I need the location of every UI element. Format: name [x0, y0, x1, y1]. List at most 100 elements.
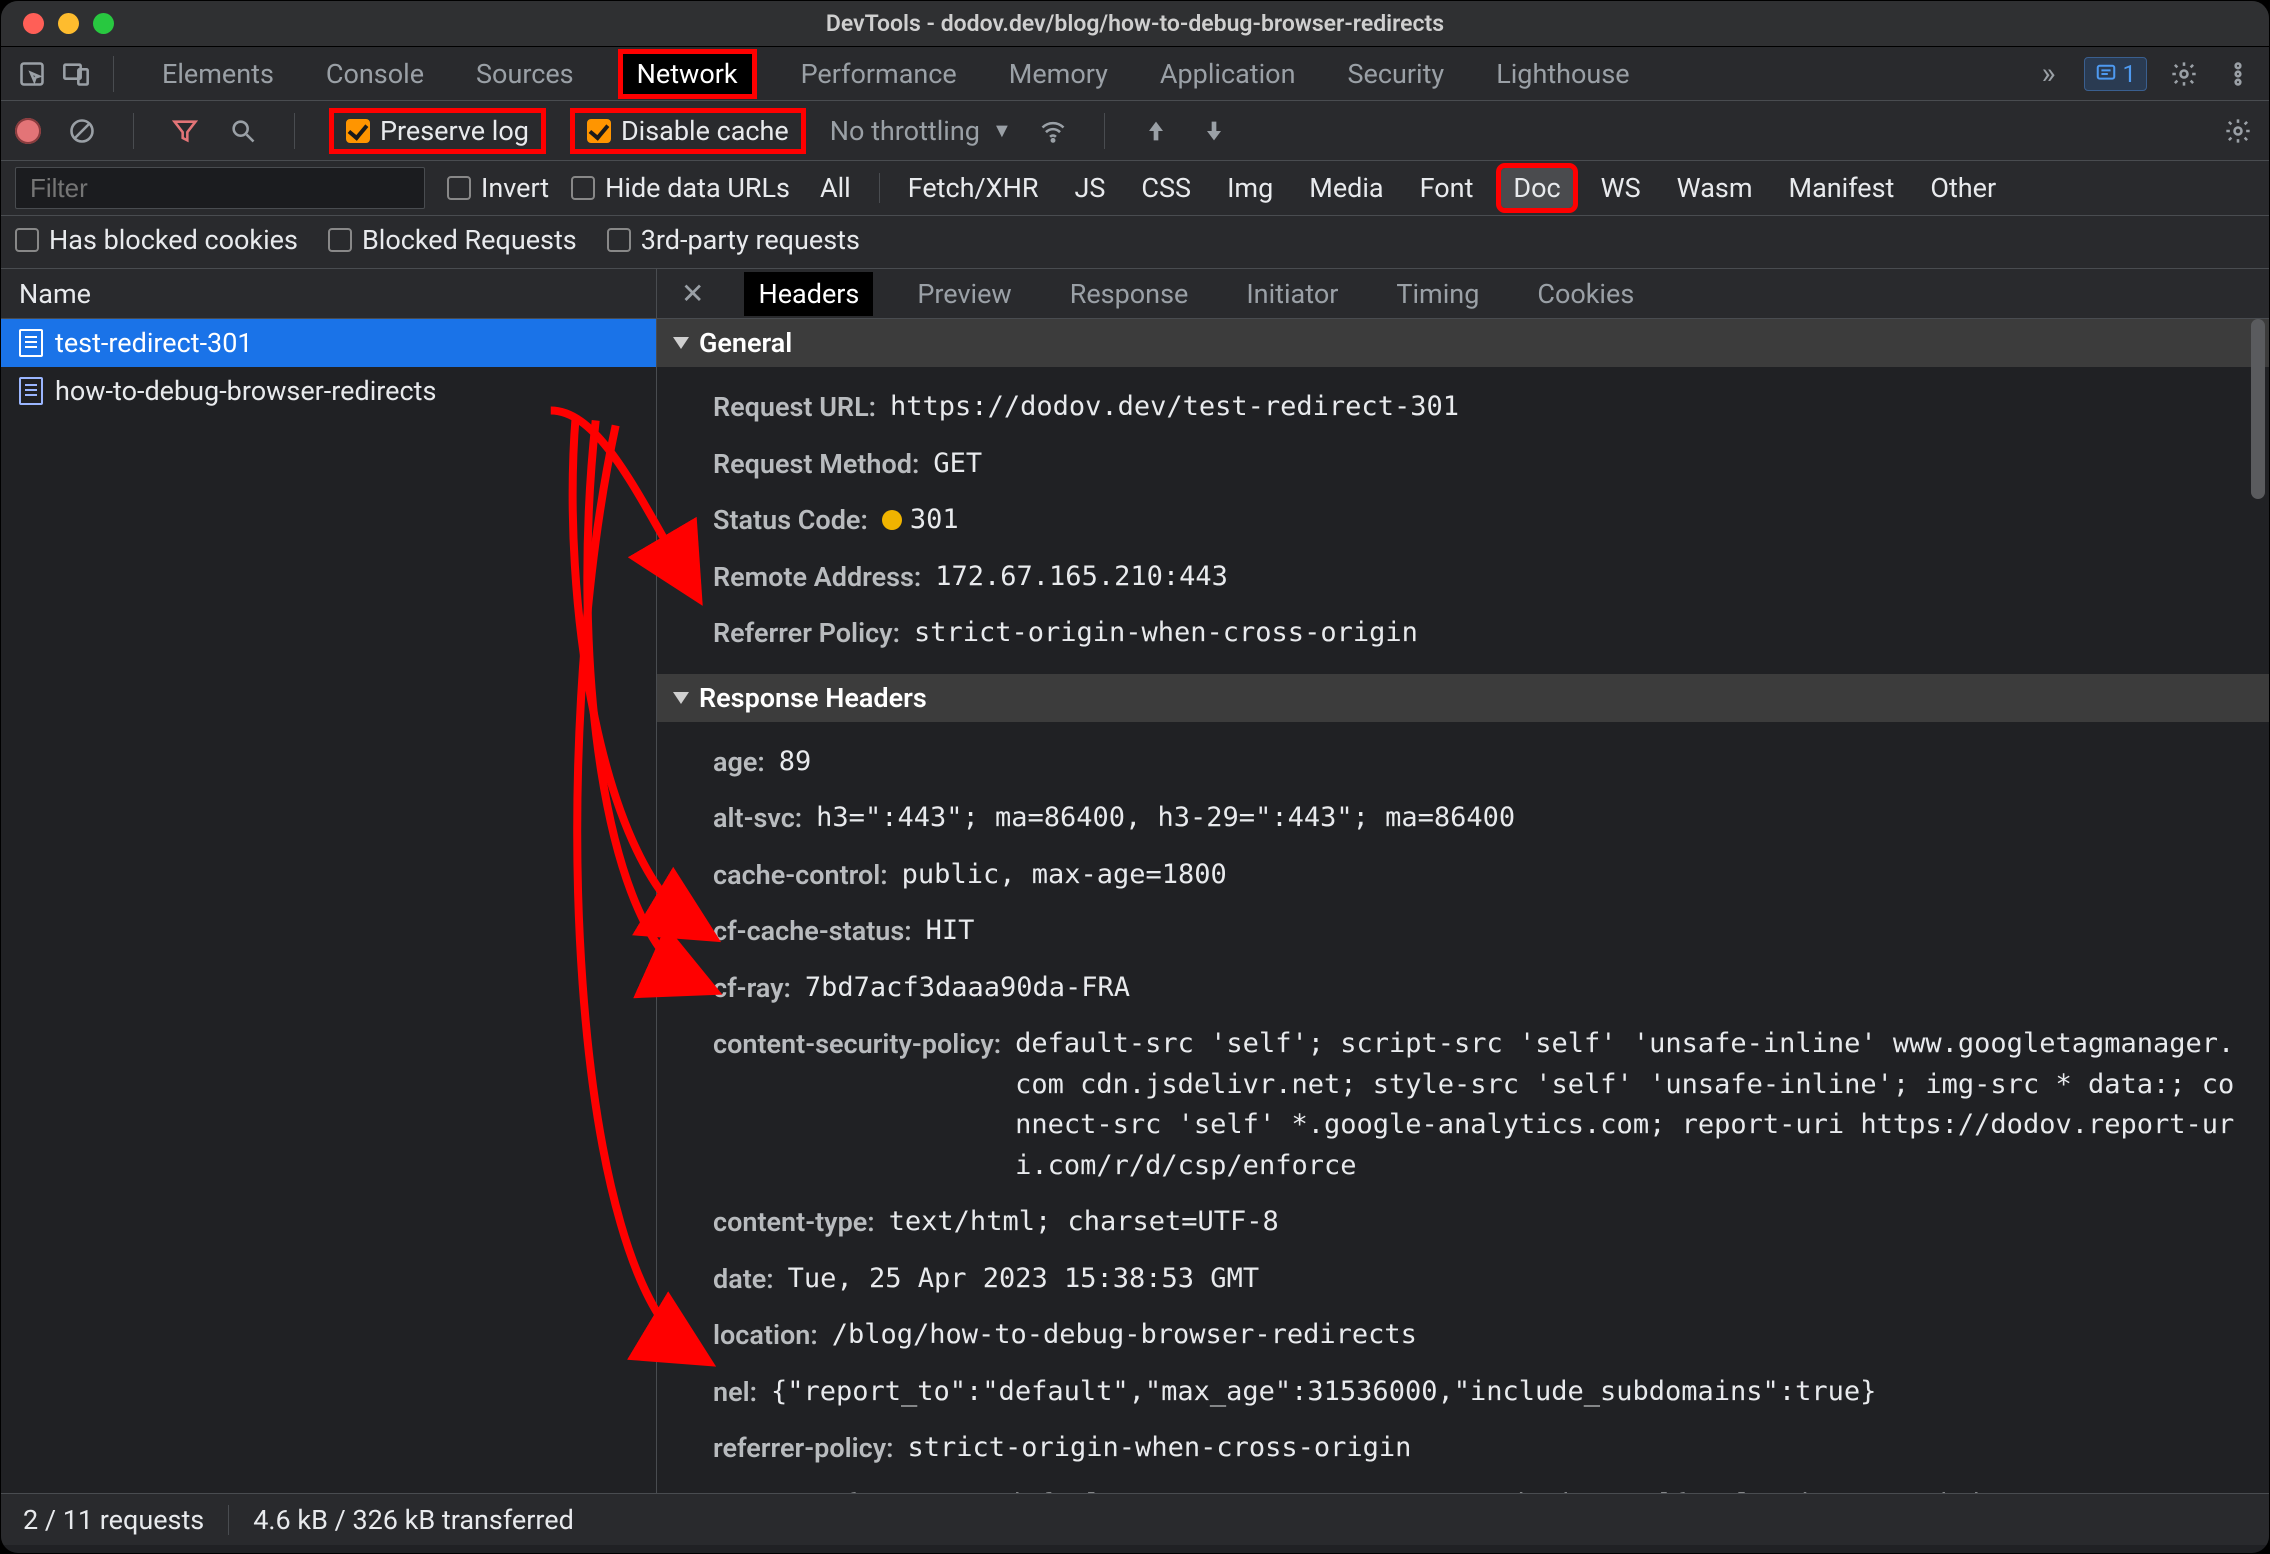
- type-filter-doc[interactable]: Doc: [1501, 168, 1572, 208]
- detail-tab-initiator[interactable]: Initiator: [1232, 272, 1352, 316]
- tab-application[interactable]: Application: [1152, 54, 1304, 94]
- main-tab-bar: Elements Console Sources Network Performance…: [1, 47, 2269, 101]
- network-settings-icon[interactable]: [2221, 114, 2255, 148]
- detail-tab-timing[interactable]: Timing: [1382, 272, 1493, 316]
- blocked-requests-checkbox[interactable]: Blocked Requests: [328, 224, 577, 256]
- separator: [133, 113, 134, 149]
- type-filter-css[interactable]: CSS: [1133, 168, 1199, 208]
- kv-value: 301: [882, 500, 2249, 541]
- type-filter-ws[interactable]: WS: [1593, 168, 1649, 208]
- scrollbar-thumb[interactable]: [2251, 319, 2265, 499]
- kv-row: report-to:{"group":"default","max_age":3…: [713, 1477, 2269, 1494]
- detail-tab-preview[interactable]: Preview: [903, 272, 1025, 316]
- right-cluster: 1: [2084, 57, 2256, 91]
- invert-label: Invert: [481, 172, 549, 204]
- detail-body[interactable]: GeneralRequest URL:https://dodov.dev/tes…: [657, 319, 2269, 1493]
- tab-elements[interactable]: Elements: [154, 54, 282, 94]
- type-filter-js[interactable]: JS: [1066, 168, 1113, 208]
- search-icon[interactable]: [226, 114, 260, 148]
- issues-badge-count: 1: [2123, 60, 2137, 88]
- kv-list: Request URL:https://dodov.dev/test-redir…: [657, 367, 2269, 674]
- tab-sources[interactable]: Sources: [468, 54, 582, 94]
- upload-har-icon[interactable]: [1139, 114, 1173, 148]
- minimize-window-button[interactable]: [58, 13, 79, 34]
- tab-memory[interactable]: Memory: [1001, 54, 1116, 94]
- preserve-log-checkbox[interactable]: Preserve log: [329, 108, 546, 154]
- close-window-button[interactable]: [23, 13, 44, 34]
- type-filter-img[interactable]: Img: [1219, 168, 1281, 208]
- maximize-window-button[interactable]: [93, 13, 114, 34]
- network-conditions-icon[interactable]: [1036, 114, 1070, 148]
- kv-value: /blog/how-to-debug-browser-redirects: [832, 1315, 2249, 1356]
- issues-badge[interactable]: 1: [2084, 57, 2148, 91]
- record-button[interactable]: [15, 118, 41, 144]
- request-row[interactable]: test-redirect-301: [1, 319, 656, 367]
- separator: [294, 113, 295, 149]
- kv-key: date:: [713, 1259, 774, 1300]
- type-filter-wasm[interactable]: Wasm: [1669, 168, 1761, 208]
- type-filter-font[interactable]: Font: [1412, 168, 1482, 208]
- detail-tab-headers[interactable]: Headers: [744, 272, 873, 316]
- close-detail-icon[interactable]: ✕: [671, 277, 714, 310]
- clear-icon[interactable]: [65, 114, 99, 148]
- chevron-down-icon: ▼: [992, 118, 1012, 143]
- main-tabs: Elements Console Sources Network Performance…: [154, 49, 2011, 99]
- type-filter-all[interactable]: All: [812, 168, 859, 208]
- document-icon: [19, 329, 43, 357]
- traffic-lights: [1, 13, 114, 34]
- settings-icon[interactable]: [2167, 57, 2201, 91]
- detail-tab-response[interactable]: Response: [1056, 272, 1203, 316]
- more-tabs-icon[interactable]: »: [2041, 56, 2055, 91]
- kv-row: nel:{"report_to":"default","max_age":315…: [713, 1364, 2269, 1421]
- third-party-label: 3rd-party requests: [641, 224, 860, 256]
- kv-value: {"group":"default","max_age":31536000,"e…: [842, 1485, 2249, 1494]
- scrollbar[interactable]: [2249, 319, 2267, 1493]
- inspect-element-icon[interactable]: [15, 57, 49, 91]
- tab-lighthouse[interactable]: Lighthouse: [1488, 54, 1637, 94]
- request-row[interactable]: how-to-debug-browser-redirects: [1, 367, 656, 415]
- tab-network[interactable]: Network: [618, 49, 757, 99]
- hide-data-urls-checkbox[interactable]: Hide data URLs: [571, 172, 790, 204]
- type-filters: All Fetch/XHR JS CSS Img Media Font Doc WS Wasm Ma…: [812, 168, 2004, 208]
- checkbox-icon: [15, 228, 39, 252]
- download-har-icon[interactable]: [1197, 114, 1231, 148]
- kv-value: default-src 'self'; script-src 'self' 'u…: [1015, 1024, 2249, 1186]
- kv-value: {"report_to":"default","max_age":3153600…: [771, 1372, 2249, 1413]
- checkbox-icon: [587, 119, 611, 143]
- kv-row: Remote Address:172.67.165.210:443: [713, 549, 2269, 606]
- separator: [228, 1505, 229, 1535]
- type-filter-other[interactable]: Other: [1922, 168, 2004, 208]
- throttling-select[interactable]: No throttling ▼: [830, 115, 1012, 147]
- titlebar: DevTools - dodov.dev/blog/how-to-debug-b…: [1, 1, 2269, 47]
- third-party-checkbox[interactable]: 3rd-party requests: [607, 224, 860, 256]
- detail-tab-cookies[interactable]: Cookies: [1523, 272, 1648, 316]
- kv-row: Status Code:301: [713, 492, 2269, 549]
- type-filter-manifest[interactable]: Manifest: [1781, 168, 1903, 208]
- kebab-menu-icon[interactable]: [2221, 57, 2255, 91]
- disclosure-triangle-icon: [673, 692, 689, 704]
- has-blocked-cookies-checkbox[interactable]: Has blocked cookies: [15, 224, 298, 256]
- network-toolbar: Preserve log Disable cache No throttling…: [1, 101, 2269, 161]
- type-filter-media[interactable]: Media: [1301, 168, 1391, 208]
- kv-value: public, max-age=1800: [902, 855, 2249, 896]
- type-filter-fetchxhr[interactable]: Fetch/XHR: [900, 168, 1047, 208]
- filter-toggle-icon[interactable]: [168, 114, 202, 148]
- kv-value: h3=":443"; ma=86400, h3-29=":443"; ma=86…: [816, 798, 2249, 839]
- column-header-name[interactable]: Name: [1, 269, 656, 319]
- disable-cache-checkbox[interactable]: Disable cache: [570, 108, 806, 154]
- invert-checkbox[interactable]: Invert: [447, 172, 549, 204]
- separator: [879, 173, 880, 203]
- kv-key: cf-cache-status:: [713, 911, 912, 952]
- status-bar: 2 / 11 requests 4.6 kB / 326 kB transfer…: [1, 1493, 2269, 1545]
- status-transferred: 4.6 kB / 326 kB transferred: [253, 1504, 574, 1536]
- filter-input[interactable]: [15, 167, 425, 209]
- status-requests: 2 / 11 requests: [23, 1504, 204, 1536]
- tab-security[interactable]: Security: [1339, 54, 1452, 94]
- section-header[interactable]: Response Headers: [657, 674, 2269, 722]
- tab-console[interactable]: Console: [318, 54, 432, 94]
- device-toggle-icon[interactable]: [59, 57, 93, 91]
- kv-value: HIT: [926, 911, 2249, 952]
- document-icon: [19, 377, 43, 405]
- section-header[interactable]: General: [657, 319, 2269, 367]
- tab-performance[interactable]: Performance: [793, 54, 965, 94]
